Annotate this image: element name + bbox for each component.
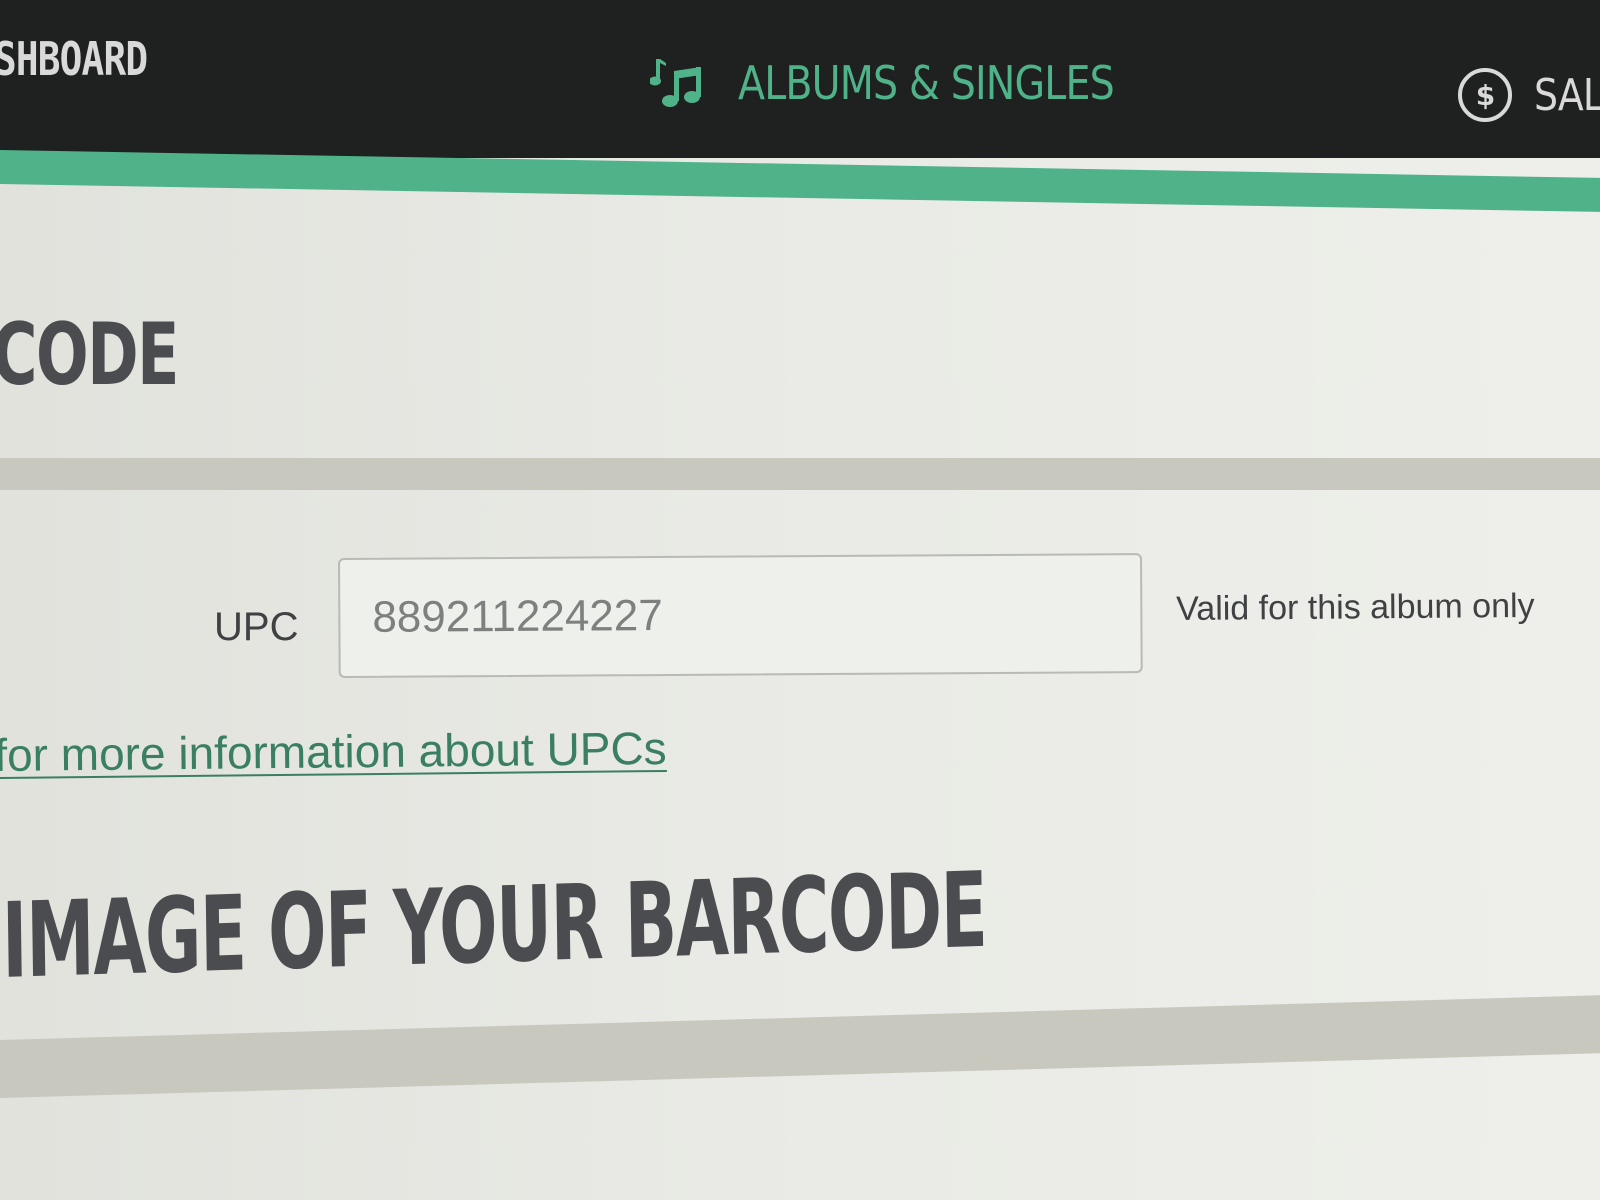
section-divider — [0, 995, 1600, 1098]
nav-item-albums-label: ALBUMS & SINGLES — [738, 56, 1115, 110]
dollar-circle-icon: $ — [1458, 68, 1512, 122]
nav-item-albums-singles[interactable]: ALBUMS & SINGLES — [649, 48, 1175, 118]
nav-item-sales[interactable]: $ SAL — [1458, 68, 1600, 122]
upc-help-text: Valid for this album only — [1176, 586, 1535, 628]
accent-stripe — [0, 150, 1600, 212]
nav-item-sales-label: SAL — [1534, 69, 1600, 121]
upc-info-link[interactable]: for more information about UPCs — [0, 721, 667, 782]
upc-input-value: 889211224227 — [372, 591, 663, 642]
section-divider — [0, 458, 1600, 490]
nav-item-dashboard[interactable]: SHBOARD — [0, 32, 148, 86]
upc-input[interactable]: 889211224227 — [338, 553, 1143, 678]
barcode-image-section-title: IMAGE OF YOUR BARCODE — [1, 848, 988, 1002]
barcode-section-title: CODE — [0, 305, 179, 405]
page: SHBOARD ALBUMS & SINGLES $ SAL CODE UPC … — [0, 0, 1600, 1200]
upc-field-label: UPC — [214, 605, 299, 649]
music-note-icon — [649, 53, 710, 113]
top-navigation-bar: SHBOARD ALBUMS & SINGLES $ SAL — [0, 0, 1600, 158]
